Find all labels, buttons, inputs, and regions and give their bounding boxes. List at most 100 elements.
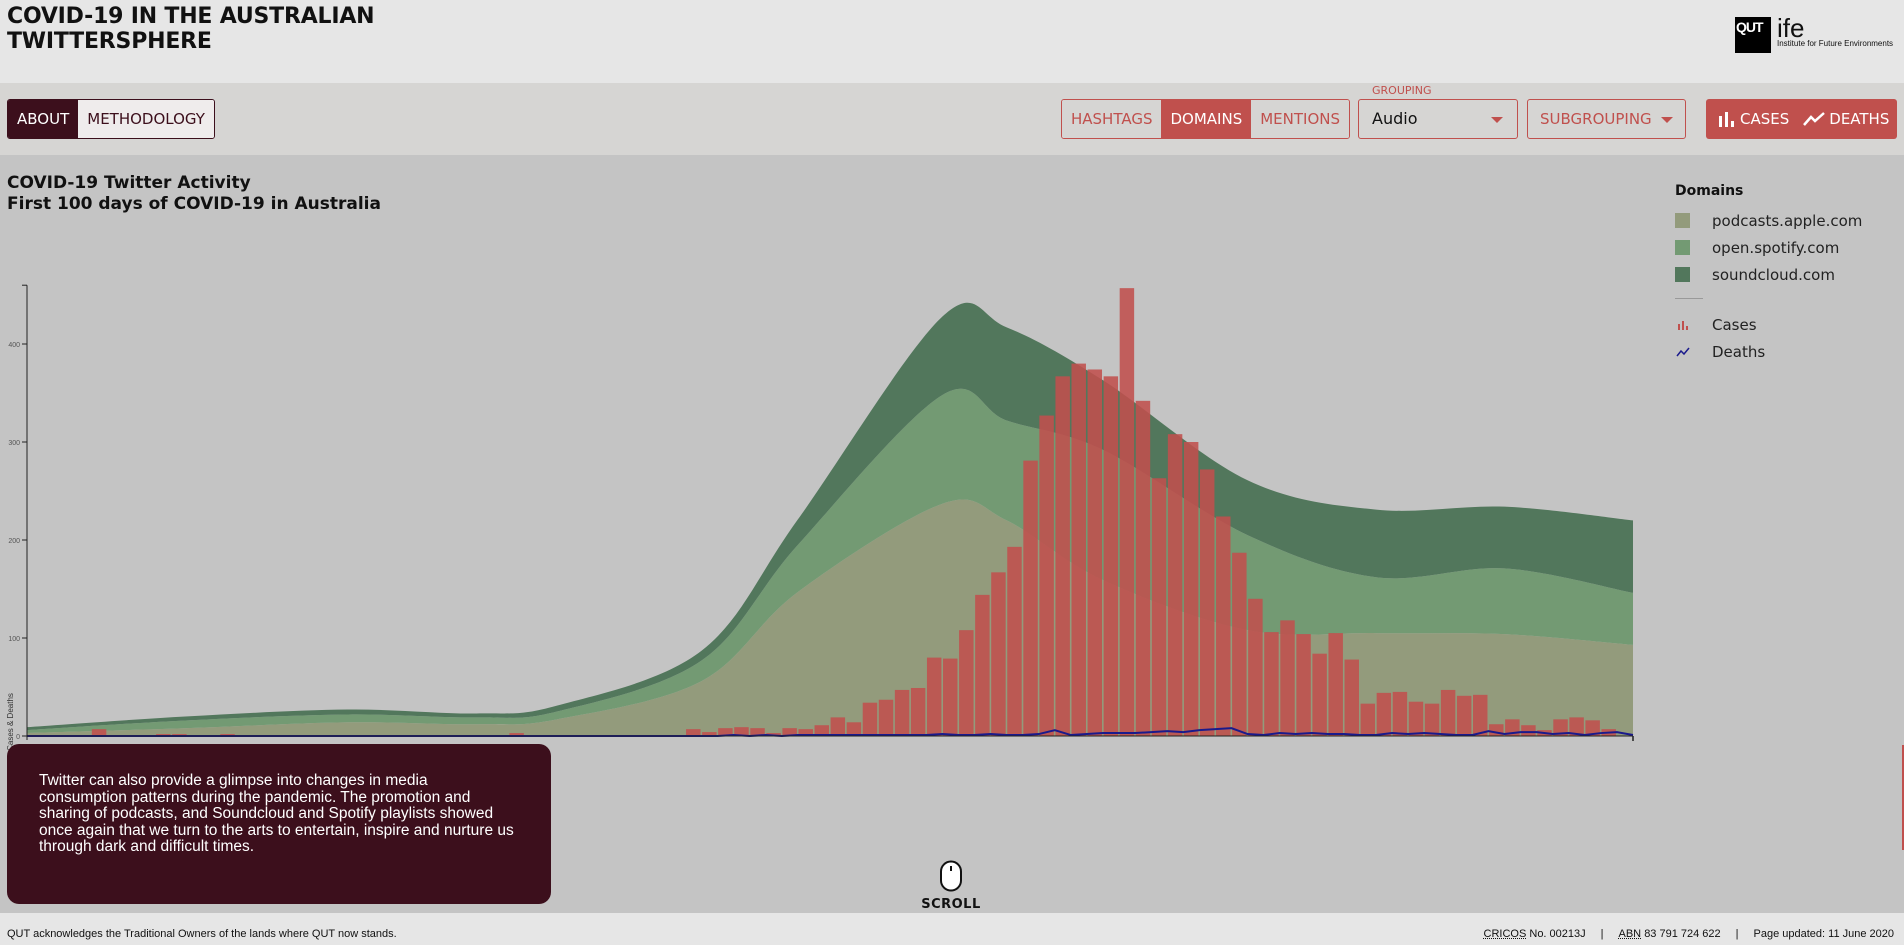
legend-item-spotify[interactable]: open.spotify.com xyxy=(1675,234,1862,261)
legend-item-cases[interactable]: Cases xyxy=(1675,311,1862,338)
acknowledgement: QUT acknowledges the Traditional Owners … xyxy=(7,928,397,940)
site-title-line-1: COVID-19 IN THE AUSTRALIAN xyxy=(7,4,375,29)
cases-bar xyxy=(1296,634,1311,736)
subgrouping-select[interactable]: SUBGROUPING xyxy=(1527,99,1686,139)
cases-bar xyxy=(830,717,846,736)
footer-separator: | xyxy=(1735,928,1739,940)
cases-bar xyxy=(1408,701,1424,736)
y-tick-label: 300 xyxy=(8,440,20,447)
cases-bar xyxy=(686,729,701,736)
tab-hashtags[interactable]: HASHTAGS xyxy=(1062,100,1162,138)
cases-bar xyxy=(1039,415,1054,736)
cases-bar xyxy=(894,689,910,736)
cases-label: CASES xyxy=(1740,110,1790,128)
legend-item-soundcloud[interactable]: soundcloud.com xyxy=(1675,261,1862,288)
story-text: Twitter can also provide a glimpse into … xyxy=(39,772,514,855)
bar-chart-icon xyxy=(1677,320,1688,330)
cases-bar xyxy=(1521,725,1536,736)
chevron-down-icon xyxy=(1491,117,1503,123)
legend-swatch xyxy=(1675,213,1690,228)
qut-ife-logo[interactable]: QUT ife Institute for Future Environment… xyxy=(1735,13,1894,53)
grouping-select[interactable]: Audio xyxy=(1358,99,1518,139)
cases-bar xyxy=(1151,478,1167,736)
cases-bar xyxy=(1328,633,1343,736)
cases-bar xyxy=(959,630,974,736)
cases-bar xyxy=(1119,288,1135,736)
cases-bar xyxy=(1071,363,1086,736)
y-tick-label: 200 xyxy=(8,538,20,545)
logo-subtitle: Institute for Future Environments xyxy=(1777,39,1894,48)
mouse-icon xyxy=(940,860,962,892)
about-methodology-group: ABOUT METHODOLOGY xyxy=(7,99,215,139)
cases-bar xyxy=(1103,376,1119,736)
qut-logo-mark: QUT xyxy=(1735,17,1771,53)
overlay-toggle-group: CASES DEATHS xyxy=(1706,99,1898,139)
methodology-button[interactable]: METHODOLOGY xyxy=(78,100,214,138)
logo-name: ife xyxy=(1777,13,1805,43)
legend-swatch xyxy=(1675,267,1690,282)
legend-divider xyxy=(1675,298,1703,299)
line-chart-icon xyxy=(1675,347,1690,356)
cases-bar xyxy=(846,722,862,736)
cricos-value: No. 00213J xyxy=(1529,928,1586,940)
y-tick-label: 400 xyxy=(8,342,20,349)
abn-abbr: ABN xyxy=(1618,928,1642,940)
cases-bar xyxy=(1344,659,1359,736)
cases-bar xyxy=(1473,694,1488,736)
cases-bar xyxy=(1440,689,1456,736)
chevron-down-icon xyxy=(1661,117,1673,123)
abn-value: 83 791 724 622 xyxy=(1644,928,1721,940)
view-tabs: HASHTAGS DOMAINS MENTIONS xyxy=(1061,99,1350,139)
cases-bar xyxy=(91,729,107,736)
cricos-abbr: CRICOS xyxy=(1483,928,1527,940)
legend-item-deaths[interactable]: Deaths xyxy=(1675,338,1862,365)
grouping-value: Audio xyxy=(1372,109,1418,128)
stream-areas xyxy=(27,302,1633,736)
cases-bar xyxy=(1199,469,1215,736)
streamgraph-chart[interactable]: 0 100 200 300 400 Cases & Deaths xyxy=(0,280,1660,750)
legend-label: Deaths xyxy=(1712,342,1766,361)
y-tick-label: 100 xyxy=(8,636,20,643)
chart-subtitle: First 100 days of COVID-19 in Australia xyxy=(7,194,381,214)
cases-toggle-button[interactable]: CASES xyxy=(1718,110,1789,128)
cases-bar xyxy=(1360,703,1376,736)
subgrouping-label: SUBGROUPING xyxy=(1540,110,1652,128)
cases-bar xyxy=(878,699,894,736)
y-tick-label: 0 xyxy=(16,734,20,741)
tab-domains[interactable]: DOMAINS xyxy=(1161,100,1252,138)
cases-bar xyxy=(1023,460,1038,736)
cases-bar xyxy=(1167,434,1183,736)
legend-label: soundcloud.com xyxy=(1712,265,1835,284)
deaths-label: DEATHS xyxy=(1829,110,1890,128)
site-title: COVID-19 IN THE AUSTRALIAN TWITTERSPHERE xyxy=(7,4,375,54)
cases-bar xyxy=(862,702,878,736)
cases-bar xyxy=(1216,516,1231,736)
about-button[interactable]: ABOUT xyxy=(8,100,79,138)
cases-bar xyxy=(1312,653,1327,736)
cases-bar xyxy=(1055,376,1070,736)
site-title-line-2: TWITTERSPHERE xyxy=(7,29,212,54)
cases-bar xyxy=(1264,632,1279,736)
scroll-label: SCROLL xyxy=(921,897,981,912)
footer-separator: | xyxy=(1600,928,1604,940)
y-axis-label: Cases & Deaths xyxy=(6,693,15,750)
page-updated: Page updated: 11 June 2020 xyxy=(1753,928,1894,940)
footer: QUT acknowledges the Traditional Owners … xyxy=(0,913,1904,945)
legend-swatch xyxy=(1675,240,1690,255)
legend-item-podcasts[interactable]: podcasts.apple.com xyxy=(1675,207,1862,234)
cases-bar xyxy=(1087,369,1103,736)
legend-label: Cases xyxy=(1712,315,1757,334)
tab-mentions[interactable]: MENTIONS xyxy=(1251,100,1349,138)
cases-bar xyxy=(1392,691,1408,736)
story-text-box: Twitter can also provide a glimpse into … xyxy=(7,744,551,904)
deaths-toggle-button[interactable]: DEATHS xyxy=(1803,110,1889,128)
cases-bar xyxy=(1135,400,1151,736)
legend-label: open.spotify.com xyxy=(1712,238,1840,257)
bar-chart-icon xyxy=(1719,112,1734,127)
cases-bar xyxy=(926,657,942,736)
scroll-indicator[interactable]: SCROLL xyxy=(921,860,981,912)
cases-bar xyxy=(1248,598,1263,736)
cases-bar xyxy=(1424,703,1440,736)
grouping-label: GROUPING xyxy=(1372,84,1432,97)
legend-title: Domains xyxy=(1675,183,1744,199)
